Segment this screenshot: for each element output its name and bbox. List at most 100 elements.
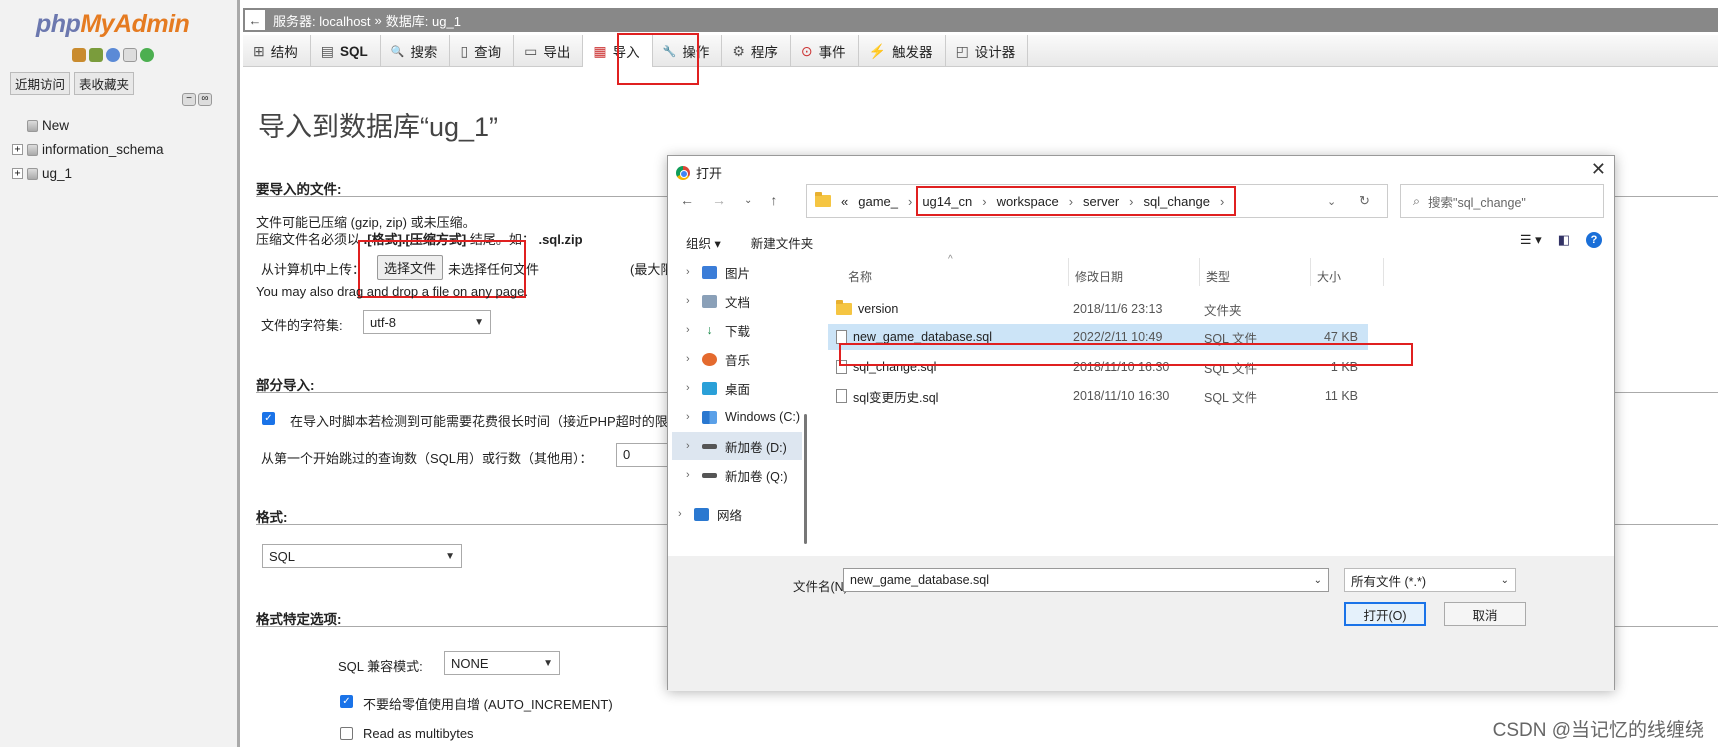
sql-icon: ▤ <box>320 42 334 59</box>
column-divider <box>1199 258 1200 286</box>
path-overflow[interactable]: « <box>841 194 848 209</box>
tab-designer[interactable]: ◰ 设计器 <box>946 35 1029 67</box>
auto-increment-checkbox[interactable]: ✓ <box>340 695 353 708</box>
sql-compat-value: NONE <box>451 655 489 671</box>
recent-dropdown-icon[interactable]: ⌄ <box>744 195 752 206</box>
file-type: SQL 文件 <box>1204 390 1258 405</box>
chevron-down-icon: ⌄ <box>1500 574 1509 586</box>
tab-triggers[interactable]: ⚡ 触发器 <box>859 35 946 67</box>
chevron-right-icon: › <box>907 193 913 209</box>
partial-section-title: 部分导入: <box>256 378 315 393</box>
charset-label: 文件的字符集: <box>261 318 343 333</box>
file-section-title: 要导入的文件: <box>256 182 342 197</box>
forward-icon[interactable]: → <box>712 192 726 208</box>
tree-item-ug1[interactable]: + ug_1 <box>12 166 72 181</box>
column-date[interactable]: 修改日期 <box>1075 268 1123 285</box>
clock-icon: ⊙ <box>800 42 813 59</box>
column-type[interactable]: 类型 <box>1206 268 1230 285</box>
chevron-right-icon: › <box>678 508 682 520</box>
path-history-dropdown-icon[interactable]: ⌄ <box>1327 195 1336 208</box>
docs-icon[interactable] <box>123 48 137 62</box>
organize-menu[interactable]: 组织 ▾ <box>686 233 721 252</box>
view-list-icon[interactable]: ☰ ▾ <box>1520 232 1542 248</box>
cancel-button[interactable]: 取消 <box>1444 602 1526 626</box>
link-icon[interactable]: ∞ <box>198 93 212 106</box>
expand-icon[interactable]: + <box>12 168 23 179</box>
dialog-title: 打开 <box>696 166 723 181</box>
home-icon[interactable] <box>72 48 86 62</box>
charset-select[interactable]: utf-8 ▼ <box>363 310 491 334</box>
nav-item-downloads[interactable]: › ↓ 下载 <box>686 316 806 344</box>
partial-import-checkbox[interactable]: ✓ <box>262 412 275 425</box>
tab-favorites[interactable]: 表收藏夹 <box>74 72 135 95</box>
filetype-select[interactable]: 所有文件 (*.*) ⌄ <box>1344 568 1516 592</box>
preview-pane-icon[interactable]: ◧ <box>1558 232 1570 248</box>
tab-export[interactable]: ▭ 导出 <box>514 35 584 67</box>
chevron-down-icon: ▼ <box>543 657 553 669</box>
format-select[interactable]: SQL ▼ <box>262 544 462 568</box>
chevron-right-icon: › <box>686 324 690 336</box>
tab-recent[interactable]: 近期访问 <box>10 72 71 95</box>
column-name[interactable]: 名称 <box>848 268 872 285</box>
multibytes-checkbox[interactable] <box>340 727 353 740</box>
tree-item-new[interactable]: New <box>12 118 69 133</box>
path-segment-game[interactable]: game_ <box>858 194 898 209</box>
chevron-right-icon: › <box>686 440 690 452</box>
search-box[interactable]: ⌕ 搜索"sql_change" <box>1400 184 1604 218</box>
chevron-right-icon: › <box>686 382 690 394</box>
view-controls: ☰ ▾ ◧ ? <box>1520 232 1602 248</box>
nav-item-desktop[interactable]: › 桌面 <box>686 374 806 402</box>
tab-query[interactable]: ▯ 查询 <box>450 35 515 67</box>
close-icon[interactable]: ✕ <box>1591 159 1606 180</box>
new-folder-button[interactable]: 新建文件夹 <box>751 233 814 252</box>
nav-item-music[interactable]: › 音乐 <box>686 345 806 373</box>
tab-structure[interactable]: ⊞ 结构 <box>243 35 311 67</box>
help-icon[interactable]: ? <box>1586 232 1602 248</box>
breadcrumb-server[interactable]: 服务器: localhost <box>273 11 371 30</box>
reload-icon[interactable] <box>140 48 154 62</box>
exit-icon[interactable] <box>89 48 103 62</box>
network-icon <box>694 507 709 521</box>
database-icon <box>27 143 38 156</box>
sql-compat-select[interactable]: NONE ▼ <box>444 651 560 675</box>
tree-item-information-schema[interactable]: + information_schema <box>12 142 164 157</box>
gears-icon: ⚙ <box>732 42 745 59</box>
refresh-icon[interactable]: ↻ <box>1359 193 1370 209</box>
tab-label: 导出 <box>543 45 571 60</box>
chevron-right-icon: › <box>686 353 690 365</box>
nav-label: 文档 <box>725 295 751 310</box>
nav-label: 下载 <box>725 324 751 339</box>
back-arrow-icon[interactable]: ← <box>245 10 265 30</box>
nav-item-network[interactable]: › 网络 <box>678 500 798 528</box>
tab-routines[interactable]: ⚙ 程序 <box>722 35 791 67</box>
help-icon[interactable] <box>106 48 120 62</box>
expand-icon[interactable]: + <box>12 144 23 155</box>
tab-sql[interactable]: ▤ SQL <box>311 35 381 67</box>
search-icon: 🔍 <box>390 45 405 58</box>
tab-search[interactable]: 🔍 搜索 <box>381 35 451 67</box>
nav-item-drive-c[interactable]: › Windows (C:) <box>686 403 806 431</box>
breadcrumb-database[interactable]: 数据库: ug_1 <box>386 11 461 30</box>
tab-label: 事件 <box>818 45 846 60</box>
nav-scrollbar[interactable] <box>804 414 807 544</box>
nav-item-documents[interactable]: › 文档 <box>686 287 806 315</box>
up-icon[interactable]: ↑ <box>770 192 777 208</box>
file-row[interactable]: sql变更历史.sql 2018/11/10 16:30 SQL 文件 11 K… <box>828 383 1368 409</box>
open-button[interactable]: 打开(O) <box>1344 602 1426 626</box>
filename-input[interactable]: new_game_database.sql ⌄ <box>843 568 1329 592</box>
file-row[interactable]: version 2018/11/6 23:13 文件夹 <box>828 296 1368 322</box>
pictures-icon <box>702 265 717 279</box>
collapse-all-icon[interactable]: − <box>182 93 196 106</box>
column-size[interactable]: 大小 <box>1317 268 1341 285</box>
file-type: 文件夹 <box>1204 303 1242 318</box>
nav-item-drive-d[interactable]: › 新加卷 (D:) <box>672 432 802 460</box>
back-icon[interactable]: ← <box>680 192 694 208</box>
nav-item-pictures[interactable]: › 图片 <box>686 258 806 286</box>
nav-item-drive-q[interactable]: › 新加卷 (Q:) <box>686 461 806 489</box>
file-name: new_game_database.sql <box>853 330 992 344</box>
drive-icon <box>702 472 717 478</box>
nav-label: 新加卷 (D:) <box>725 440 787 455</box>
phpmyadmin-logo[interactable]: phpMyAdmin <box>36 10 190 39</box>
chevron-down-icon[interactable]: ⌄ <box>1314 575 1322 586</box>
tab-events[interactable]: ⊙ 事件 <box>791 35 859 67</box>
